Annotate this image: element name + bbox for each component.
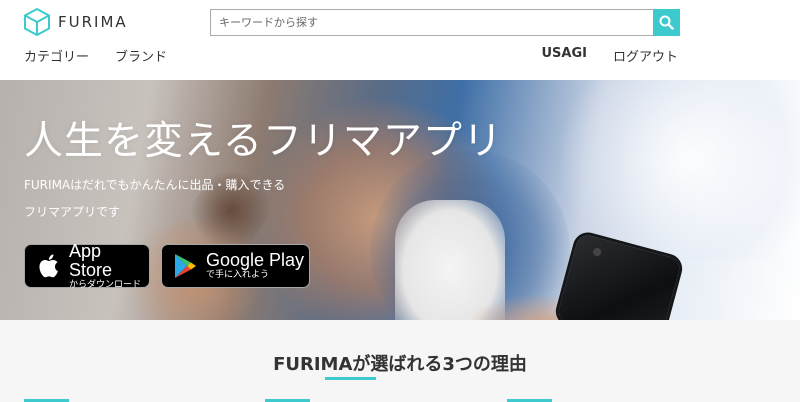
hero-banner: 人生を変えるフリマアプリ FURIMAはだれでもかんたんに出品・購入できる フリ… (0, 80, 800, 320)
search-bar (210, 9, 680, 36)
reasons-title-underline (325, 377, 376, 380)
app-store-label: App Store (68, 240, 113, 280)
apple-icon (33, 253, 63, 279)
google-play-label: Google Play (206, 250, 305, 270)
hero-subtitle: FURIMAはだれでもかんたんに出品・購入できる フリマアプリです (24, 172, 324, 226)
category-nav: カテゴリー ブランド (24, 46, 167, 65)
app-store-caption: からダウンロード (68, 279, 141, 290)
user-nav: USAGI ログアウト (541, 46, 678, 65)
hero-subtitle-line2: フリマアプリです (24, 205, 121, 219)
nav-category-link[interactable]: カテゴリー (24, 46, 89, 65)
google-play-caption: で手に入れよう (206, 270, 270, 280)
nav-brand-link[interactable]: ブランド (115, 46, 167, 65)
reasons-title: FURIMAが選ばれる3つの理由 (273, 354, 527, 375)
google-play-text: Google Play で手に入れよう (206, 251, 304, 281)
app-store-text: App Store からダウンロード (68, 240, 149, 291)
hero-background-light (560, 80, 800, 260)
google-play-button[interactable]: Google Play で手に入れよう (161, 244, 310, 288)
reasons-section: FURIMAが選ばれる3つの理由 (0, 320, 800, 402)
logo[interactable]: FURIMA (24, 8, 128, 36)
logout-link[interactable]: ログアウト (613, 46, 678, 65)
hero-title: 人生を変えるフリマアプリ (24, 119, 503, 164)
search-button[interactable] (653, 9, 680, 36)
hero-background-tshirt (395, 200, 505, 320)
search-input[interactable] (210, 9, 653, 36)
logo-text: FURIMA (58, 13, 128, 31)
search-icon (659, 15, 674, 30)
user-name-link[interactable]: USAGI (541, 46, 587, 65)
app-store-button[interactable]: App Store からダウンロード (24, 240, 150, 291)
hero-subtitle-line1: FURIMAはだれでもかんたんに出品・購入できる (24, 178, 286, 192)
header: FURIMA カテゴリー ブランド USAGI ログアウト (0, 0, 800, 80)
furima-cube-logo-icon (24, 8, 50, 36)
google-play-icon (170, 253, 200, 279)
